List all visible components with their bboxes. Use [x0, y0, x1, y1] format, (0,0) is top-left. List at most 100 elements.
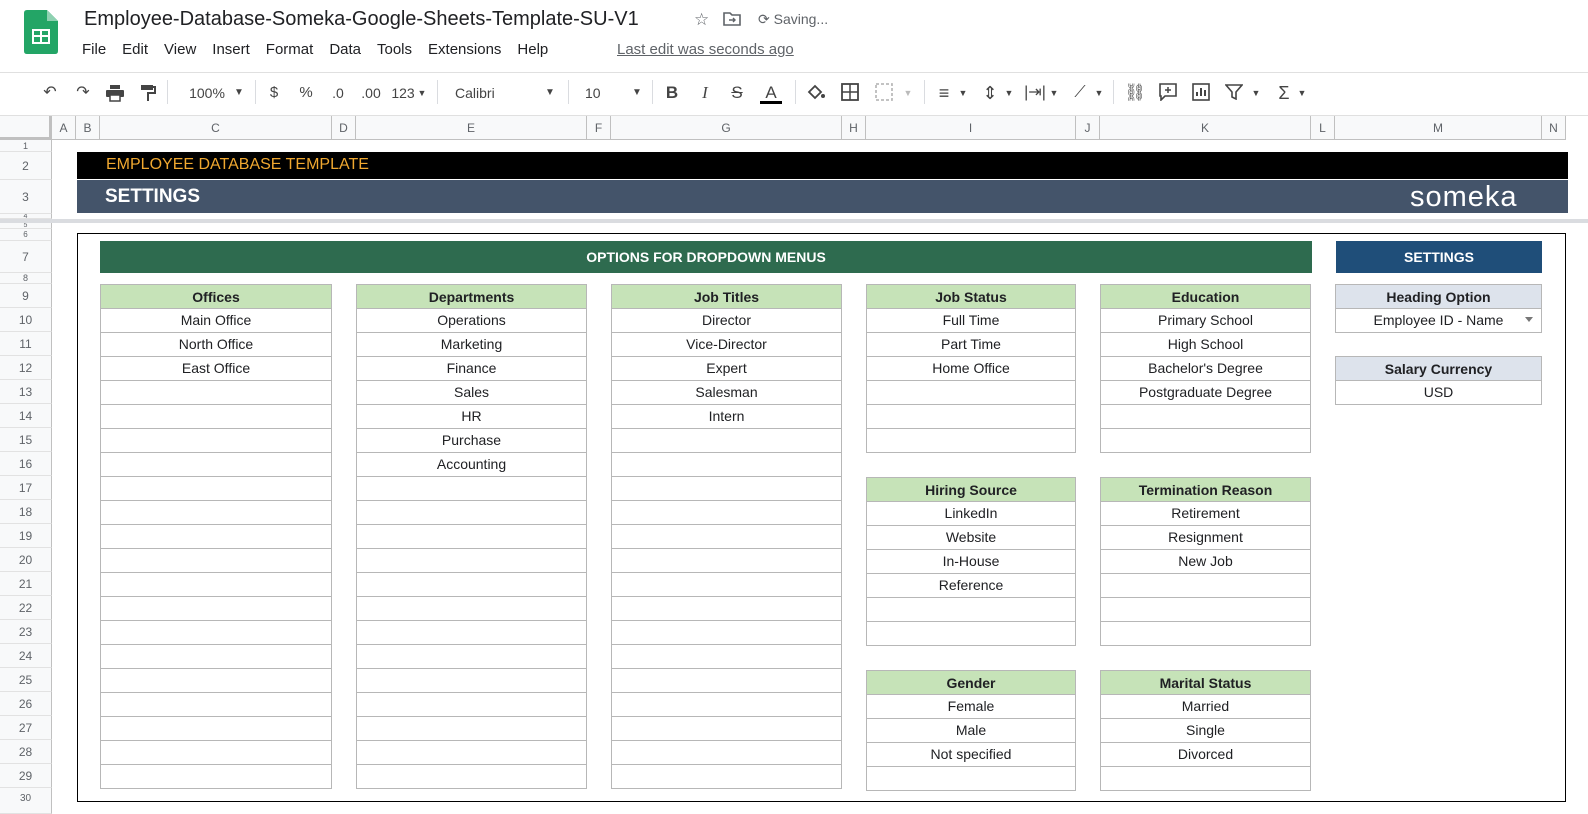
text-wrap-icon[interactable]: |⇥| — [1024, 82, 1046, 104]
job-titles-cell[interactable] — [611, 597, 842, 621]
menu-file[interactable]: File — [82, 41, 114, 58]
row-header-24[interactable]: 24 — [0, 644, 52, 668]
job-titles-cell[interactable] — [611, 621, 842, 645]
insert-comment-icon[interactable] — [1159, 83, 1177, 101]
gender-cell[interactable]: Female — [866, 695, 1076, 719]
job-status-cell[interactable]: Full Time — [866, 309, 1076, 333]
row-header-1[interactable]: 1 — [0, 140, 52, 152]
currency-format-button[interactable]: $ — [266, 82, 282, 104]
menu-insert[interactable]: Insert — [212, 41, 258, 58]
row-header-10[interactable]: 10 — [0, 308, 52, 332]
frozen-rows-divider[interactable] — [0, 219, 1588, 223]
offices-cell[interactable] — [100, 573, 332, 597]
strikethrough-button[interactable]: S — [728, 82, 746, 104]
percent-format-button[interactable]: % — [298, 82, 314, 104]
departments-cell[interactable]: Accounting — [356, 453, 587, 477]
column-header-k[interactable]: K — [1100, 116, 1311, 140]
departments-cell[interactable] — [356, 693, 587, 717]
row-header-14[interactable]: 14 — [0, 404, 52, 428]
merge-cells-icon[interactable] — [875, 83, 893, 101]
offices-cell[interactable] — [100, 429, 332, 453]
departments-cell[interactable] — [356, 717, 587, 741]
job-status-cell[interactable]: Home Office — [866, 357, 1076, 381]
offices-cell[interactable] — [100, 501, 332, 525]
departments-cell[interactable]: Sales — [356, 381, 587, 405]
row-header-12[interactable]: 12 — [0, 356, 52, 380]
column-header-m[interactable]: M — [1335, 116, 1542, 140]
offices-cell[interactable] — [100, 693, 332, 717]
column-header-g[interactable]: G — [611, 116, 842, 140]
hiring-source-cell[interactable]: Website — [866, 526, 1076, 550]
align-vertical-icon[interactable]: ⇕ — [979, 82, 1001, 104]
row-header-29[interactable]: 29 — [0, 764, 52, 788]
more-formats-dropdown-icon[interactable]: ▼ — [416, 82, 428, 104]
align-horizontal-icon[interactable]: ≡ — [933, 82, 955, 104]
zoom-dropdown-icon[interactable]: ▼ — [232, 82, 246, 104]
row-header-16[interactable]: 16 — [0, 452, 52, 476]
column-header-d[interactable]: D — [332, 116, 356, 140]
job-titles-cell[interactable]: Director — [611, 309, 842, 333]
job-titles-cell[interactable] — [611, 717, 842, 741]
departments-cell[interactable] — [356, 549, 587, 573]
job-status-cell[interactable] — [866, 381, 1076, 405]
select-all-corner[interactable] — [0, 116, 52, 140]
job-titles-cell[interactable] — [611, 453, 842, 477]
redo-icon[interactable]: ↷ — [71, 82, 95, 104]
filter-dropdown-icon[interactable]: ▼ — [1250, 82, 1262, 104]
menu-tools[interactable]: Tools — [377, 41, 420, 58]
termination-reason-cell[interactable] — [1100, 574, 1311, 598]
salary-currency-value[interactable]: USD — [1335, 381, 1542, 405]
row-header-7[interactable]: 7 — [0, 241, 52, 273]
job-titles-cell[interactable]: Vice-Director — [611, 333, 842, 357]
functions-button[interactable]: Σ — [1274, 82, 1294, 104]
fill-color-icon[interactable] — [806, 84, 826, 102]
insert-link-icon[interactable]: ⛓ — [1124, 82, 1146, 104]
decrease-decimal-button[interactable]: .0 — [327, 82, 349, 104]
education-cell[interactable]: Bachelor's Degree — [1100, 357, 1311, 381]
align-dropdown-icon[interactable]: ▼ — [957, 82, 969, 104]
marital-status-cell[interactable]: Single — [1100, 719, 1311, 743]
departments-cell[interactable] — [356, 477, 587, 501]
job-titles-cell[interactable] — [611, 525, 842, 549]
departments-cell[interactable] — [356, 597, 587, 621]
job-titles-cell[interactable] — [611, 741, 842, 765]
offices-cell[interactable]: Main Office — [100, 309, 332, 333]
termination-reason-cell[interactable]: Resignment — [1100, 526, 1311, 550]
undo-icon[interactable]: ↶ — [38, 82, 62, 104]
gender-cell[interactable]: Not specified — [866, 743, 1076, 767]
column-header-h[interactable]: H — [842, 116, 866, 140]
column-header-l[interactable]: L — [1311, 116, 1335, 140]
termination-reason-cell[interactable]: Retirement — [1100, 502, 1311, 526]
font-size-select[interactable]: 10 — [585, 82, 615, 104]
departments-cell[interactable]: Operations — [356, 309, 587, 333]
job-titles-cell[interactable] — [611, 765, 842, 789]
offices-cell[interactable] — [100, 597, 332, 621]
offices-cell[interactable] — [100, 669, 332, 693]
departments-cell[interactable] — [356, 741, 587, 765]
font-dropdown-icon[interactable]: ▼ — [543, 82, 557, 104]
gender-cell[interactable] — [866, 767, 1076, 791]
column-header-c[interactable]: C — [100, 116, 332, 140]
merge-dropdown-icon[interactable]: ▼ — [902, 82, 914, 104]
row-header-8[interactable]: 8 — [0, 273, 52, 284]
menu-extensions[interactable]: Extensions — [428, 41, 509, 58]
departments-cell[interactable]: Purchase — [356, 429, 587, 453]
wrap-dropdown-icon[interactable]: ▼ — [1048, 82, 1060, 104]
functions-dropdown-icon[interactable]: ▼ — [1296, 82, 1308, 104]
row-header-28[interactable]: 28 — [0, 740, 52, 764]
departments-cell[interactable]: HR — [356, 405, 587, 429]
termination-reason-cell[interactable] — [1100, 598, 1311, 622]
education-cell[interactable]: High School — [1100, 333, 1311, 357]
heading-option-dropdown[interactable]: Employee ID - Name — [1335, 309, 1542, 333]
offices-cell[interactable] — [100, 549, 332, 573]
marital-status-cell[interactable] — [1100, 767, 1311, 791]
row-header-9[interactable]: 9 — [0, 284, 52, 308]
sheets-logo-icon[interactable] — [24, 10, 58, 54]
row-header-23[interactable]: 23 — [0, 620, 52, 644]
departments-cell[interactable] — [356, 621, 587, 645]
row-header-27[interactable]: 27 — [0, 716, 52, 740]
offices-cell[interactable] — [100, 621, 332, 645]
job-status-cell[interactable] — [866, 429, 1076, 453]
gender-cell[interactable]: Male — [866, 719, 1076, 743]
departments-cell[interactable]: Finance — [356, 357, 587, 381]
